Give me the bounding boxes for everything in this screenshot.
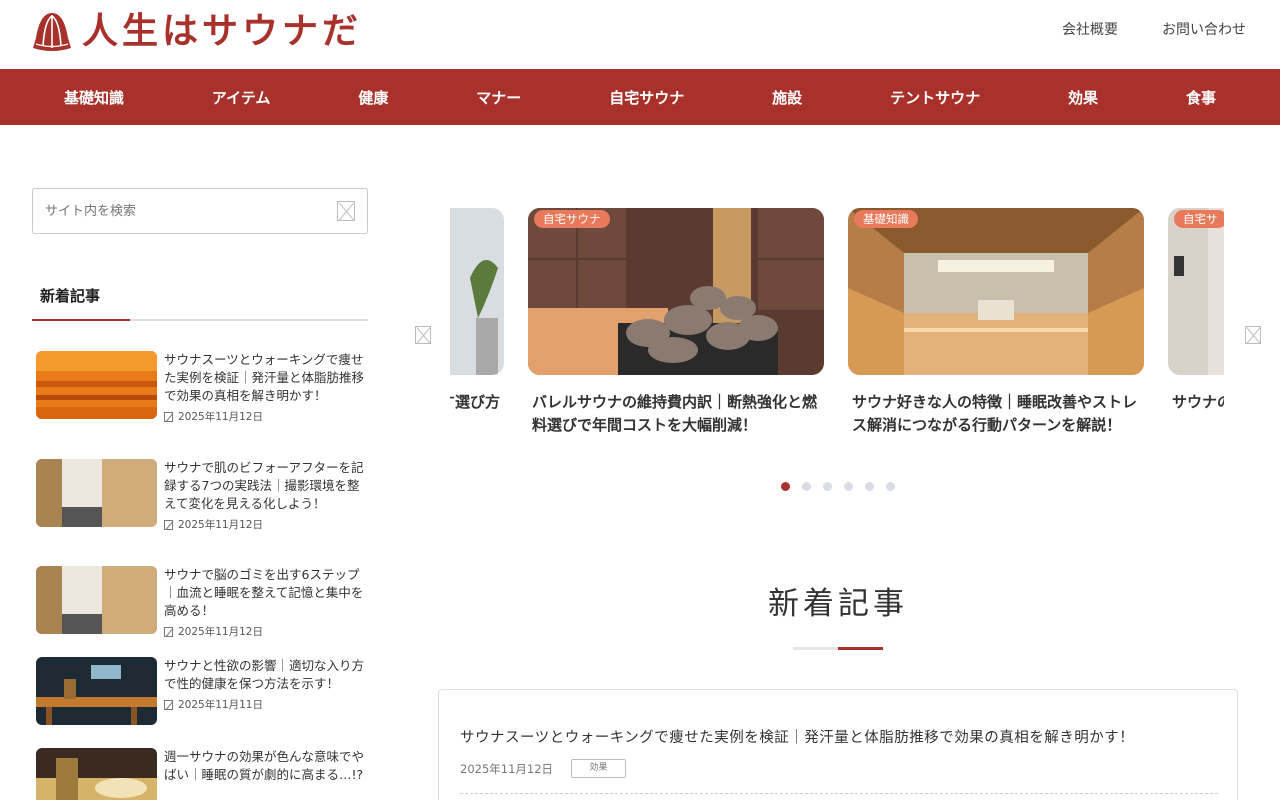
nav-item-facilities[interactable]: 施設	[762, 87, 812, 108]
site-header: 人生はサウナだ 会社概要 お問い合わせ	[0, 0, 1280, 69]
section-title-underline	[793, 647, 883, 650]
article-title[interactable]: サウナと性欲の影響｜適切な入り方で性的健康を保つ方法を示す！	[164, 657, 364, 693]
article-thumbnail[interactable]	[36, 351, 157, 419]
article-title[interactable]: サウナスーツとウォーキングで痩せた実例を検証｜発汗量と体脂肪推移で効果の真相を解…	[164, 351, 364, 405]
carousel-card[interactable]: 自宅サ サウナの全なサ	[1168, 208, 1224, 414]
list-item[interactable]: サウナで脳のゴミを出す6ステップ｜血流と睡眠を整えて記憶と集中を高める！ 202…	[36, 566, 366, 639]
article-thumbnail[interactable]	[36, 459, 157, 527]
nav-item-food[interactable]: 食事	[1176, 87, 1226, 108]
heading-accent-line	[32, 319, 130, 321]
article-title[interactable]: 週一サウナの効果が色んな意味でやばい｜睡眠の質が劇的に高まる…!?	[164, 748, 364, 784]
site-title: 人生はサウナだ	[82, 11, 363, 52]
list-item[interactable]: サウナで肌のビフォーアフターを記録する7つの実践法｜撮影環境を整えて変化を見える…	[36, 459, 366, 532]
card-category-badge: 自宅サ	[1174, 210, 1224, 228]
article-title[interactable]: サウナで肌のビフォーアフターを記録する7つの実践法｜撮影環境を整えて変化を見える…	[164, 459, 364, 513]
calendar-icon	[164, 699, 173, 710]
card-title[interactable]: サウナ好きな人の特徴｜睡眠改善やストレス解消につながる行動パターンを解説！	[848, 391, 1144, 437]
card-title[interactable]: バレルサウナの維持費内訳｜断熱強化と燃料選びで年間コストを大幅削減！	[528, 391, 824, 437]
nav-item-effects[interactable]: 効果	[1058, 87, 1108, 108]
list-item[interactable]: 週一サウナの効果が色んな意味でやばい｜睡眠の質が劇的に高まる…!?	[36, 748, 366, 800]
article-divider	[460, 793, 1218, 794]
article-date: 2025年11月12日	[178, 519, 263, 531]
featured-carousel: 導入す選び方 自宅サウナ	[450, 208, 1224, 468]
nav-item-home-sauna[interactable]: 自宅サウナ	[599, 87, 694, 108]
section-title: 新着記事	[768, 586, 908, 622]
site-logo[interactable]: 人生はサウナだ	[30, 10, 362, 54]
nav-item-basics[interactable]: 基礎知識	[54, 87, 134, 108]
article-thumbnail[interactable]	[36, 748, 157, 800]
carousel-next-icon[interactable]	[1245, 326, 1261, 344]
carousel-prev-icon[interactable]	[415, 326, 431, 344]
article-date: 2025年11月12日	[460, 762, 554, 776]
carousel-dot[interactable]	[886, 482, 895, 491]
card-image[interactable]: 基礎知識	[848, 208, 1144, 375]
carousel-dot[interactable]	[823, 482, 832, 491]
header-utility-links: 会社概要 お問い合わせ	[1062, 19, 1246, 39]
article-date: 2025年11月11日	[178, 699, 263, 711]
site-search	[32, 188, 368, 234]
sidebar-recent-heading: 新着記事	[32, 285, 368, 321]
article-title[interactable]: サウナで脳のゴミを出す6ステップ｜血流と睡眠を整えて記憶と集中を高める！	[164, 566, 364, 620]
card-image[interactable]: 自宅サ	[1168, 208, 1224, 375]
card-category-badge: 基礎知識	[854, 210, 918, 228]
contact-link[interactable]: お問い合わせ	[1162, 19, 1246, 39]
calendar-icon	[164, 626, 173, 637]
article-date: 2025年11月12日	[178, 411, 263, 423]
carousel-dot[interactable]	[802, 482, 811, 491]
carousel-dot[interactable]	[865, 482, 874, 491]
card-category-badge: 自宅サウナ	[534, 210, 610, 228]
article-date: 2025年11月12日	[178, 626, 263, 638]
company-link[interactable]: 会社概要	[1062, 19, 1118, 39]
calendar-icon	[164, 411, 173, 422]
sauna-hat-logo-icon	[33, 13, 71, 51]
search-icon[interactable]	[337, 201, 355, 221]
calendar-icon	[164, 519, 173, 530]
nav-item-health[interactable]: 健康	[348, 87, 398, 108]
carousel-pagination	[781, 482, 895, 491]
sidebar-heading-label: 新着記事	[40, 287, 101, 305]
carousel-card[interactable]: 導入す選び方	[450, 208, 504, 414]
search-input[interactable]	[33, 189, 313, 233]
carousel-dot[interactable]	[781, 482, 790, 491]
carousel-card[interactable]: 自宅サウナ バレルサウナの維持費内訳｜断熱強化と燃料選びで年間コストを大幅削減！	[528, 208, 824, 437]
card-title[interactable]: サウナの全なサ	[1168, 391, 1224, 414]
nav-item-manners[interactable]: マナー	[466, 87, 531, 108]
list-item[interactable]: サウナと性欲の影響｜適切な入り方で性的健康を保つ方法を示す！ 2025年11月1…	[36, 657, 366, 725]
card-title[interactable]: 導入す選び方	[450, 391, 504, 414]
article-thumbnail[interactable]	[36, 657, 157, 725]
carousel-dot[interactable]	[844, 482, 853, 491]
article-category-tag[interactable]: 効果	[571, 759, 626, 778]
list-item[interactable]: サウナスーツとウォーキングで痩せた実例を検証｜発汗量と体脂肪推移で効果の真相を解…	[36, 351, 366, 424]
card-image[interactable]: 自宅サウナ	[528, 208, 824, 375]
global-nav: 基礎知識 アイテム 健康 マナー 自宅サウナ 施設 テントサウナ 効果 食事	[0, 69, 1280, 125]
nav-item-items[interactable]: アイテム	[202, 87, 281, 108]
article-card[interactable]: サウナスーツとウォーキングで痩せた実例を検証｜発汗量と体脂肪推移で効果の真相を解…	[438, 689, 1238, 800]
article-thumbnail[interactable]	[36, 566, 157, 634]
nav-item-tent-sauna[interactable]: テントサウナ	[880, 87, 990, 108]
carousel-card[interactable]: 基礎知識 サウナ好きな人の特徴｜睡眠改善やストレス解消につながる行動パターンを解…	[848, 208, 1144, 437]
article-title[interactable]: サウナスーツとウォーキングで痩せた実例を検証｜発汗量と体脂肪推移で効果の真相を解…	[460, 726, 1134, 747]
card-image[interactable]	[450, 208, 504, 375]
